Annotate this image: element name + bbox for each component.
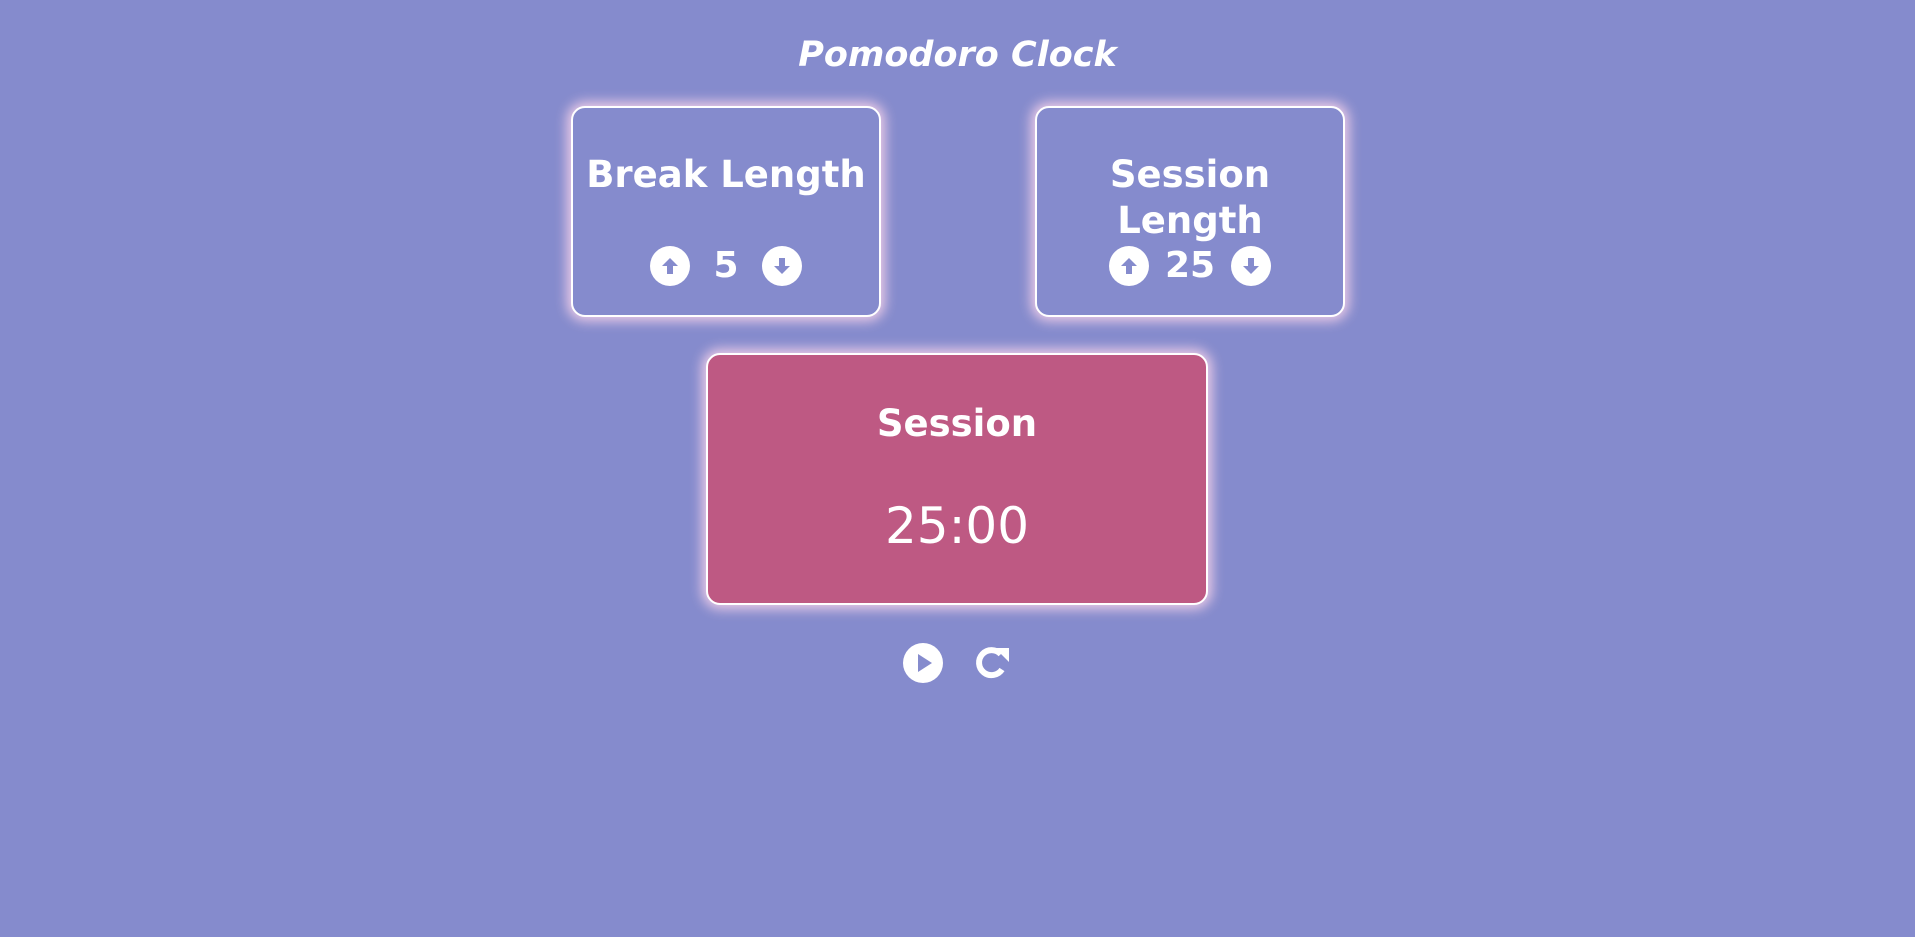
session-decrement-button[interactable]: [1231, 246, 1272, 286]
playback-controls: [0, 642, 1915, 684]
session-length-controls: 25: [1037, 244, 1343, 288]
arrow-circle-down-icon: [1243, 258, 1260, 274]
timer-label: Session: [876, 402, 1038, 445]
timer-display: 25:00: [884, 497, 1030, 555]
break-length-controls: 5: [573, 244, 879, 288]
reset-button[interactable]: [971, 642, 1013, 684]
break-length-label: Break Length: [586, 153, 866, 196]
arrow-circle-up-icon: [1120, 258, 1137, 274]
session-length-value: 25: [1164, 245, 1216, 286]
redo-icon: [976, 647, 1009, 679]
arrow-circle-up-icon: [662, 258, 678, 274]
session-increment-button[interactable]: [1108, 246, 1149, 286]
play-button[interactable]: [902, 642, 944, 684]
timer-panel: Session 25:00: [706, 353, 1208, 605]
session-length-panel: Session Length 25: [1035, 106, 1345, 317]
break-decrement-button[interactable]: [762, 246, 802, 286]
page-title: Pomodoro Clock: [798, 35, 1117, 75]
arrow-circle-down-icon: [774, 258, 790, 274]
break-length-panel: Break Length 5: [571, 106, 881, 317]
session-length-label: Session Length: [1109, 153, 1271, 242]
break-length-value: 5: [713, 245, 739, 286]
break-increment-button[interactable]: [650, 246, 690, 286]
play-circle-icon: [903, 643, 943, 683]
